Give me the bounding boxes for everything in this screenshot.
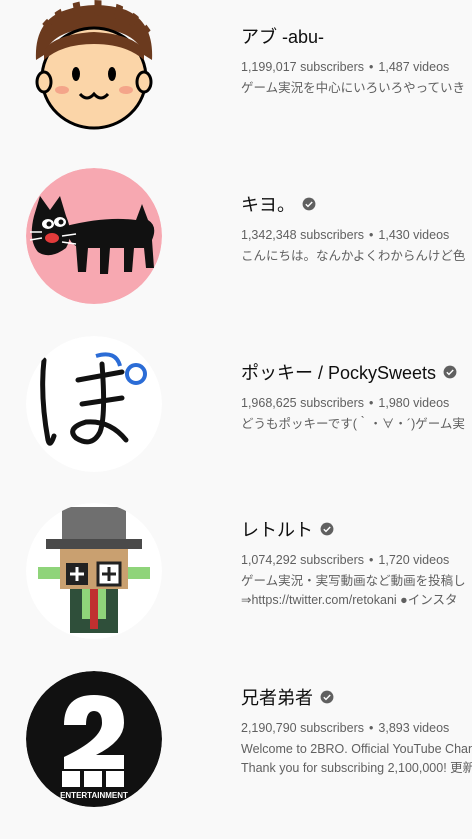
channel-name[interactable]: レトルト: [241, 516, 313, 542]
channel-description-line-2: Thank you for subscribing 2,100,000! 更新: [241, 761, 472, 775]
channel-item-pocky[interactable]: ポッキー / PockySweets 1,968,625 subscribers…: [0, 336, 472, 504]
channel-stats: 1,342,348 subscribers • 1,430 videos: [241, 226, 472, 244]
channel-stats: 1,199,017 subscribers • 1,487 videos: [241, 58, 472, 76]
separator-dot: •: [369, 396, 374, 410]
channel-description: こんにちは。なんかよくわからんけど色: [241, 249, 466, 263]
verified-badge-icon: [320, 522, 334, 536]
channel-description: ゲーム実況を中心にいろいろやっていき: [241, 81, 466, 95]
channel-info: ポッキー / PockySweets 1,968,625 subscribers…: [241, 359, 472, 434]
separator-dot: •: [369, 60, 374, 74]
separator-dot: •: [369, 553, 374, 567]
channel-description-line-1: ゲーム実況・実写動画など動画を投稿し: [241, 574, 466, 588]
channel-item-2bro[interactable]: ENTERTAINMENT 兄者弟者 2,190,790 subscribers…: [0, 671, 472, 839]
separator-dot: •: [369, 228, 374, 242]
channel-info: レトルト 1,074,292 subscribers • 1,720 videos …: [241, 516, 472, 610]
verified-badge-icon: [302, 197, 316, 211]
channel-name[interactable]: 兄者弟者: [241, 684, 313, 710]
pixel-character-avatar-icon: [26, 503, 162, 639]
cartoon-face-avatar-icon: [26, 0, 162, 136]
video-count: 1,720 videos: [378, 553, 450, 567]
channel-description-line-1: Welcome to 2BRO. Official YouTube Chan: [241, 742, 472, 756]
avatar-logo-text: ENTERTAINMENT: [60, 791, 128, 800]
video-count: 1,487 videos: [378, 60, 450, 74]
subscriber-count: 1,199,017 subscribers: [241, 60, 364, 74]
verified-badge-icon: [320, 690, 334, 704]
channel-info: キヨ。 1,342,348 subscribers • 1,430 videos こ…: [241, 191, 472, 266]
channel-item-abu[interactable]: アブ -abu- 1,199,017 subscribers • 1,487 vid…: [0, 0, 472, 168]
channel-stats: 2,190,790 subscribers • 3,893 videos: [241, 719, 472, 737]
separator-dot: •: [369, 721, 374, 735]
channel-name[interactable]: ポッキー / PockySweets: [241, 359, 436, 385]
channel-description: どうもポッキーです(｀・∀・´)ゲーム実: [241, 417, 465, 431]
channel-avatar-2bro[interactable]: ENTERTAINMENT: [26, 671, 162, 807]
video-count: 1,430 videos: [378, 228, 450, 242]
subscriber-count: 2,190,790 subscribers: [241, 721, 364, 735]
subscriber-count: 1,342,348 subscribers: [241, 228, 364, 242]
channel-stats: 1,074,292 subscribers • 1,720 videos: [241, 551, 472, 569]
handwritten-po-avatar-icon: [26, 336, 162, 472]
subscriber-count: 1,968,625 subscribers: [241, 396, 364, 410]
channel-item-retort[interactable]: レトルト 1,074,292 subscribers • 1,720 videos …: [0, 503, 472, 671]
video-count: 1,980 videos: [378, 396, 450, 410]
channel-name[interactable]: アブ -abu-: [241, 23, 324, 49]
black-cat-avatar-icon: [26, 168, 162, 304]
channel-info: アブ -abu- 1,199,017 subscribers • 1,487 vid…: [241, 23, 472, 98]
2bro-logo-avatar-icon: ENTERTAINMENT: [26, 671, 162, 807]
channel-avatar-pocky[interactable]: [26, 336, 162, 472]
subscriber-count: 1,074,292 subscribers: [241, 553, 364, 567]
channel-item-kiyo[interactable]: キヨ。 1,342,348 subscribers • 1,430 videos こ…: [0, 168, 472, 336]
channel-avatar-abu[interactable]: [26, 0, 162, 136]
channel-info: 兄者弟者 2,190,790 subscribers • 3,893 videos …: [241, 684, 472, 778]
channel-stats: 1,968,625 subscribers • 1,980 videos: [241, 394, 472, 412]
channel-avatar-retort[interactable]: [26, 503, 162, 639]
channel-name[interactable]: キヨ。: [241, 191, 295, 217]
channel-avatar-kiyo[interactable]: [26, 168, 162, 304]
verified-badge-icon: [443, 365, 457, 379]
video-count: 3,893 videos: [378, 721, 450, 735]
channel-description-line-2: ⇒https://twitter.com/retokani ●インスタ: [241, 593, 458, 607]
